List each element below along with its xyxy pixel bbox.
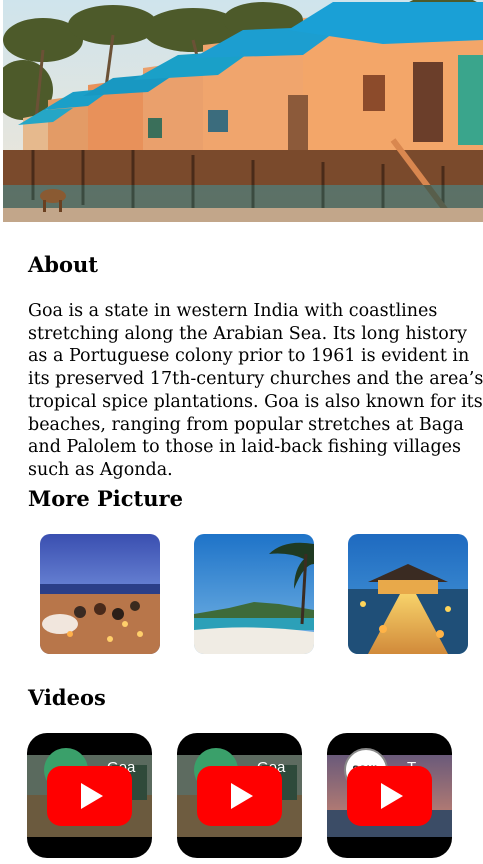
video-thumbnail-1[interactable]: Goa — [27, 733, 152, 858]
play-icon[interactable] — [47, 766, 132, 826]
about-heading: About — [28, 252, 98, 277]
picture-thumbnail-palm-beach[interactable] — [194, 534, 314, 654]
video-thumbnail-2[interactable]: Goa — [177, 733, 302, 858]
hero-image — [3, 0, 483, 222]
picture-thumbnail-beach-party[interactable] — [40, 534, 160, 654]
video-thumbnail-3[interactable]: SOUL T — [327, 733, 452, 858]
picture-thumbnail-water-villa[interactable] — [348, 534, 468, 654]
more-picture-heading: More Picture — [28, 486, 183, 511]
play-icon[interactable] — [347, 766, 432, 826]
about-text: Goa is a state in western India with coa… — [28, 301, 483, 480]
play-icon[interactable] — [197, 766, 282, 826]
videos-heading: Videos — [28, 685, 106, 710]
